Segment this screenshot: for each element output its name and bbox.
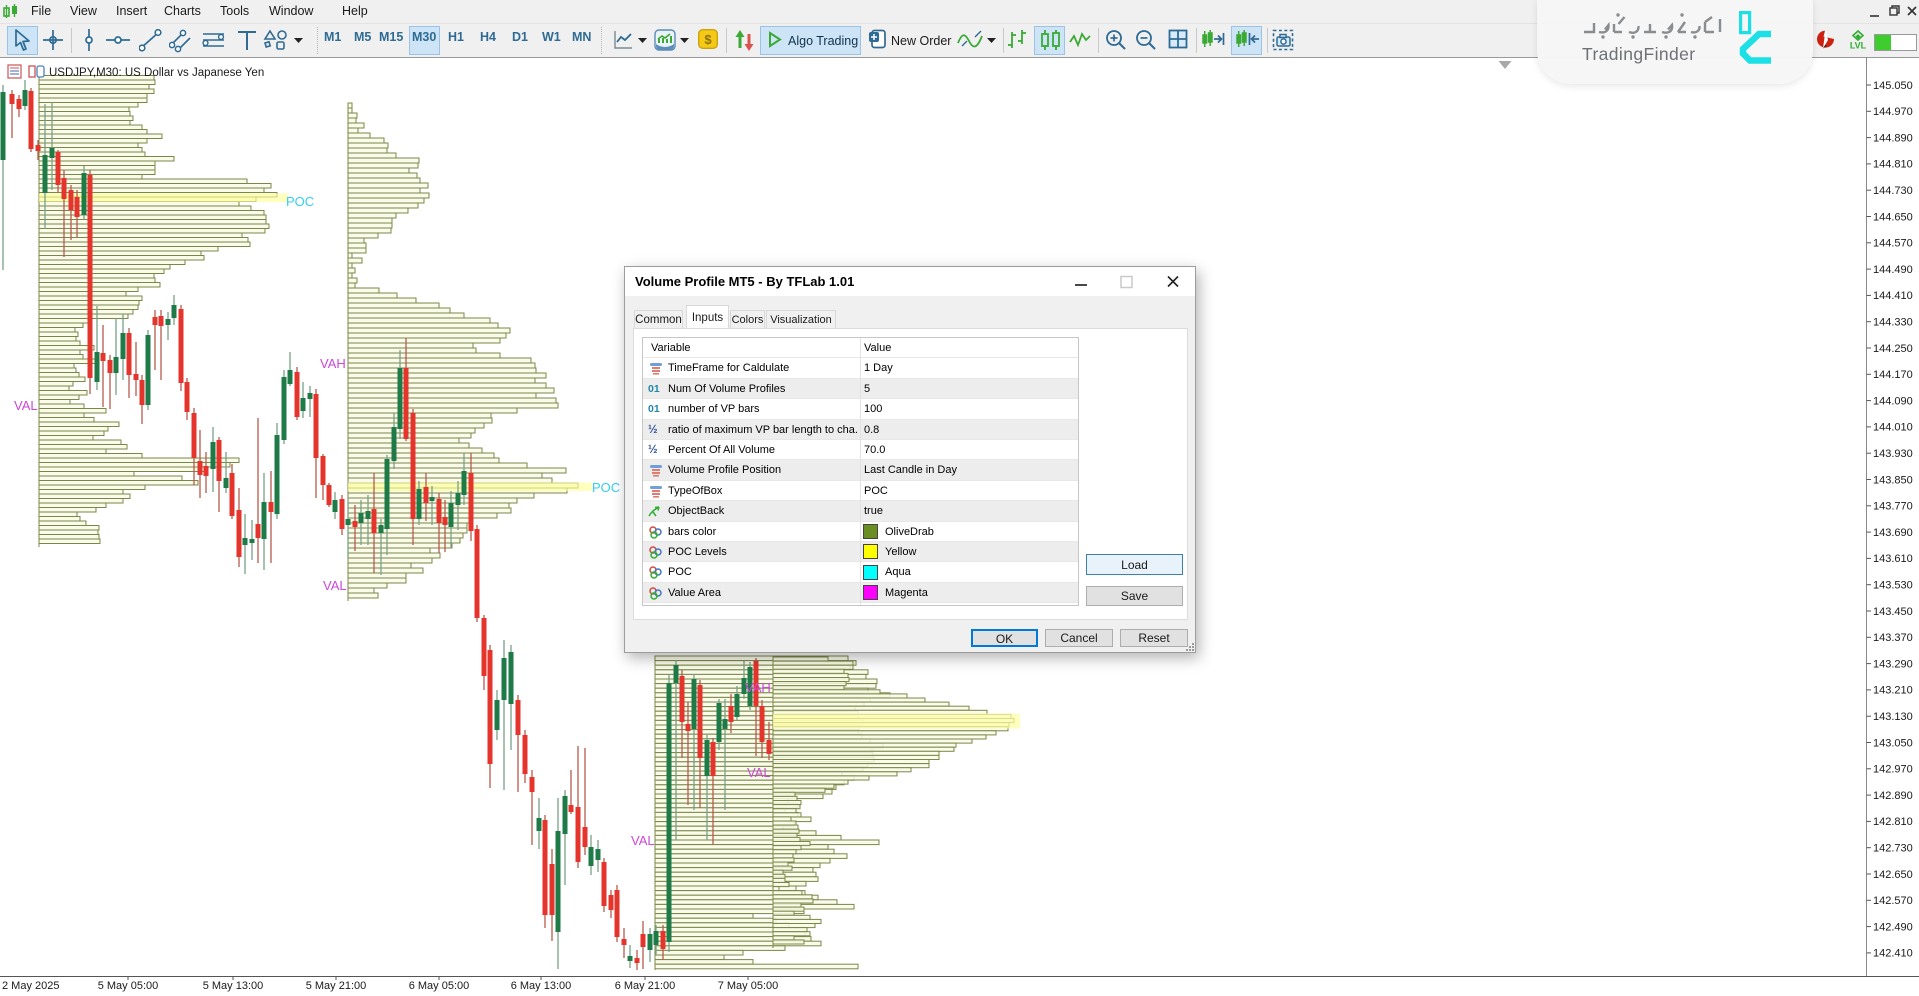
svg-text:144.730: 144.730 [1873,185,1913,197]
svg-text:143.370: 143.370 [1873,632,1913,644]
svg-text:144.170: 144.170 [1873,369,1913,381]
svg-text:142.650: 142.650 [1873,869,1913,881]
svg-text:142.730: 142.730 [1873,843,1913,855]
svg-text:LVL: LVL [1850,41,1867,51]
svg-text:POC: POC [286,194,314,209]
svg-text:144.810: 144.810 [1873,159,1913,171]
svg-text:144.010: 144.010 [1873,422,1913,434]
svg-text:144.650: 144.650 [1873,211,1913,223]
svg-text:144.410: 144.410 [1873,290,1913,302]
svg-text:5 May 05:00: 5 May 05:00 [98,980,159,992]
svg-text:144.570: 144.570 [1873,238,1913,250]
svg-text:6 May 05:00: 6 May 05:00 [409,980,470,992]
svg-text:7 May 05:00: 7 May 05:00 [718,980,779,992]
svg-text:143.450: 143.450 [1873,606,1913,618]
svg-text:VAL: VAL [631,833,655,848]
svg-text:145.050: 145.050 [1873,80,1913,92]
svg-text:VAL: VAL [323,578,347,593]
svg-text:143.050: 143.050 [1873,737,1913,749]
svg-text:VAL: VAL [747,765,771,780]
svg-text:POC: POC [592,480,620,495]
svg-text:143.130: 143.130 [1873,711,1913,723]
svg-text:142.410: 142.410 [1873,948,1913,960]
svg-text:144.970: 144.970 [1873,106,1913,118]
svg-text:$: $ [704,32,712,47]
svg-text:143.610: 143.610 [1873,553,1913,565]
svg-text:VAH: VAH [745,680,771,695]
svg-text:2 May 2025: 2 May 2025 [2,980,59,992]
svg-text:VAL: VAL [14,398,38,413]
svg-text:143.770: 143.770 [1873,501,1913,513]
svg-text:142.890: 142.890 [1873,790,1913,802]
svg-text:6 May 21:00: 6 May 21:00 [615,980,676,992]
svg-text:143.850: 143.850 [1873,474,1913,486]
svg-text:144.330: 144.330 [1873,317,1913,329]
svg-text:144.490: 144.490 [1873,264,1913,276]
svg-text:5 May 13:00: 5 May 13:00 [203,980,264,992]
svg-text:143.930: 143.930 [1873,448,1913,460]
svg-text:143.210: 143.210 [1873,685,1913,697]
svg-text:143.290: 143.290 [1873,658,1913,670]
svg-text:144.890: 144.890 [1873,132,1913,144]
svg-text:144.250: 144.250 [1873,343,1913,355]
svg-text:144.090: 144.090 [1873,395,1913,407]
svg-text:142.970: 142.970 [1873,764,1913,776]
svg-text:142.810: 142.810 [1873,816,1913,828]
svg-text:6 May 13:00: 6 May 13:00 [511,980,572,992]
svg-text:VAH: VAH [320,356,346,371]
svg-text:143.530: 143.530 [1873,580,1913,592]
svg-text:142.570: 142.570 [1873,895,1913,907]
svg-text:USDJPY,M30: US Dollar vs Japa: USDJPY,M30: US Dollar vs Japanese Yen [49,67,264,79]
svg-text:142.490: 142.490 [1873,921,1913,933]
svg-text:5 May 21:00: 5 May 21:00 [306,980,367,992]
svg-text:143.690: 143.690 [1873,527,1913,539]
